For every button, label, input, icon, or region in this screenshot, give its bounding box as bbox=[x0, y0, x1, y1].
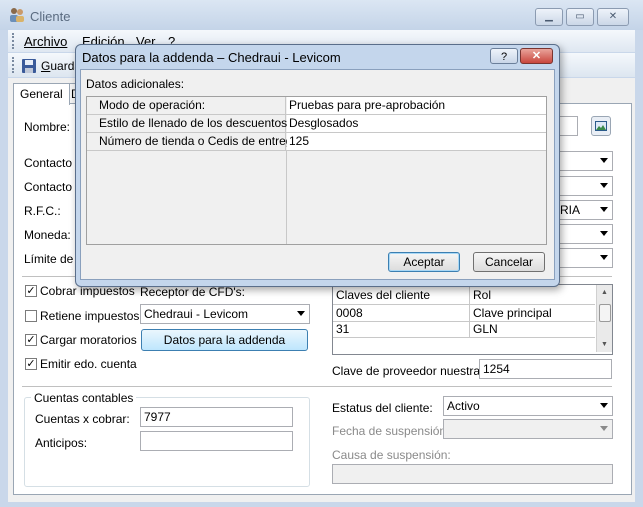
moneda-combo[interactable] bbox=[556, 224, 613, 244]
help-icon: ? bbox=[500, 51, 508, 63]
client-window: Cliente ▁ ▭ ✕ Archivo Edición Ver ? Guar… bbox=[0, 0, 643, 507]
minimize-button[interactable]: ▁ bbox=[535, 8, 563, 26]
fecha-suspension-combo[interactable] bbox=[443, 419, 613, 439]
causa-suspension-input[interactable] bbox=[332, 464, 613, 484]
close-icon: ✕ bbox=[608, 11, 618, 22]
property-label: Estilo de llenado de los descuentos: bbox=[87, 115, 290, 132]
retiene-impuestos-label: Retiene impuestos bbox=[40, 309, 140, 323]
grid-header-rol[interactable]: Rol bbox=[473, 287, 491, 303]
chevron-down-icon bbox=[600, 255, 608, 260]
datos-adicionales-label: Datos adicionales: bbox=[86, 77, 185, 91]
chevron-down-icon bbox=[600, 403, 608, 408]
divider bbox=[22, 386, 612, 387]
check-icon: ✓ bbox=[26, 285, 36, 297]
aceptar-button[interactable]: Aceptar bbox=[388, 252, 460, 272]
dialog-title: Datos para la addenda – Chedraui - Levic… bbox=[82, 50, 341, 65]
chevron-down-icon bbox=[600, 426, 608, 431]
proveedor-label: Clave de proveedor nuestra: bbox=[332, 364, 484, 378]
scroll-down-icon[interactable]: ▼ bbox=[601, 341, 608, 348]
cargar-moratorios-label: Cargar moratorios bbox=[40, 333, 137, 347]
rfc-label: R.F.C.: bbox=[24, 204, 61, 218]
cuentas-cobrar-input[interactable]: 7977 bbox=[140, 407, 293, 427]
emitir-edo-label: Emitir edo. cuenta bbox=[40, 357, 137, 371]
property-row[interactable]: Estilo de llenado de los descuentos: Des… bbox=[87, 115, 546, 133]
contacto2-combo[interactable] bbox=[556, 176, 613, 196]
contacto1-label: Contacto 1 bbox=[24, 156, 83, 170]
nombre-label: Nombre: bbox=[24, 120, 71, 134]
table-row-0-rol[interactable]: Clave principal bbox=[473, 305, 552, 321]
anticipos-label: Anticipos: bbox=[35, 436, 88, 450]
retiene-impuestos-checkbox[interactable] bbox=[25, 310, 37, 322]
menu-grip-icon bbox=[12, 33, 17, 49]
maximize-button[interactable]: ▭ bbox=[566, 8, 594, 26]
limite-combo[interactable] bbox=[556, 248, 613, 268]
chevron-down-icon bbox=[297, 311, 305, 316]
estatus-combo[interactable]: Activo bbox=[443, 396, 613, 416]
estatus-label: Estatus del cliente: bbox=[332, 401, 433, 415]
property-label: Número de tienda o Cedis de entrega: bbox=[87, 133, 302, 150]
chevron-down-icon bbox=[600, 207, 608, 212]
client-app-icon bbox=[10, 8, 24, 22]
property-value[interactable]: 125 bbox=[287, 133, 546, 150]
save-icon bbox=[22, 59, 36, 73]
window-title: Cliente bbox=[30, 9, 71, 24]
property-value[interactable]: Pruebas para pre-aprobación bbox=[287, 97, 546, 114]
close-button[interactable]: ✕ bbox=[597, 8, 629, 26]
cobrar-impuestos-checkbox[interactable]: ✓ bbox=[25, 285, 37, 297]
contacto2-label: Contacto 2 bbox=[24, 180, 83, 194]
property-row[interactable]: Modo de operación: Pruebas para pre-apro… bbox=[87, 97, 546, 115]
menu-archivo[interactable]: Archivo bbox=[24, 34, 67, 49]
chevron-down-icon bbox=[600, 231, 608, 236]
picture-icon bbox=[595, 121, 607, 131]
causa-suspension-label: Causa de suspensión: bbox=[332, 448, 451, 462]
cargar-moratorios-checkbox[interactable]: ✓ bbox=[25, 334, 37, 346]
cuentas-cobrar-label: Cuentas x cobrar: bbox=[35, 412, 130, 426]
property-grid[interactable]: Modo de operación: Pruebas para pre-apro… bbox=[86, 96, 547, 245]
maximize-icon: ▭ bbox=[575, 11, 585, 22]
rfc-combo[interactable]: RIA bbox=[556, 200, 613, 220]
table-row-1-clave[interactable]: 31 bbox=[336, 321, 349, 337]
check-icon: ✓ bbox=[26, 358, 36, 370]
emitir-edo-checkbox[interactable]: ✓ bbox=[25, 358, 37, 370]
scroll-thumb[interactable] bbox=[599, 304, 611, 322]
minimize-icon: ▁ bbox=[545, 11, 553, 22]
toolbar-grip-icon bbox=[12, 57, 17, 73]
close-icon: ✕ bbox=[531, 50, 542, 62]
proveedor-input[interactable]: 1254 bbox=[479, 359, 612, 379]
anticipos-input[interactable] bbox=[140, 431, 293, 451]
claves-grid[interactable]: Claves del cliente Rol 0008 Clave princi… bbox=[332, 284, 613, 355]
property-value[interactable]: Desglosados bbox=[287, 115, 546, 132]
receptor-combo[interactable]: Chedraui - Levicom bbox=[140, 304, 310, 324]
dialog-help-button[interactable]: ? bbox=[490, 48, 518, 64]
chevron-down-icon bbox=[600, 158, 608, 163]
table-row-1-rol[interactable]: GLN bbox=[473, 321, 498, 337]
addenda-button[interactable]: Datos para la addenda bbox=[141, 329, 308, 351]
property-row[interactable]: Número de tienda o Cedis de entrega: 125 bbox=[87, 133, 546, 151]
receptor-label: Receptor de CFD's: bbox=[140, 285, 245, 299]
grid-header-claves[interactable]: Claves del cliente bbox=[336, 287, 430, 303]
tab-general[interactable]: General bbox=[13, 83, 70, 105]
table-row-0-clave[interactable]: 0008 bbox=[336, 305, 363, 321]
contacto1-combo[interactable] bbox=[556, 151, 613, 171]
moneda-label: Moneda: bbox=[24, 228, 71, 242]
cancelar-button[interactable]: Cancelar bbox=[473, 252, 545, 272]
property-label: Modo de operación: bbox=[87, 97, 286, 114]
cuentas-title: Cuentas contables bbox=[31, 391, 137, 405]
chevron-down-icon bbox=[600, 183, 608, 188]
picture-button[interactable] bbox=[591, 116, 611, 136]
grid-scrollbar[interactable]: ▲ ▼ bbox=[596, 285, 612, 352]
check-icon: ✓ bbox=[26, 334, 36, 346]
scroll-up-icon[interactable]: ▲ bbox=[601, 289, 608, 296]
fecha-suspension-label: Fecha de suspensión: bbox=[332, 424, 450, 438]
dialog-close-button[interactable]: ✕ bbox=[520, 48, 553, 64]
